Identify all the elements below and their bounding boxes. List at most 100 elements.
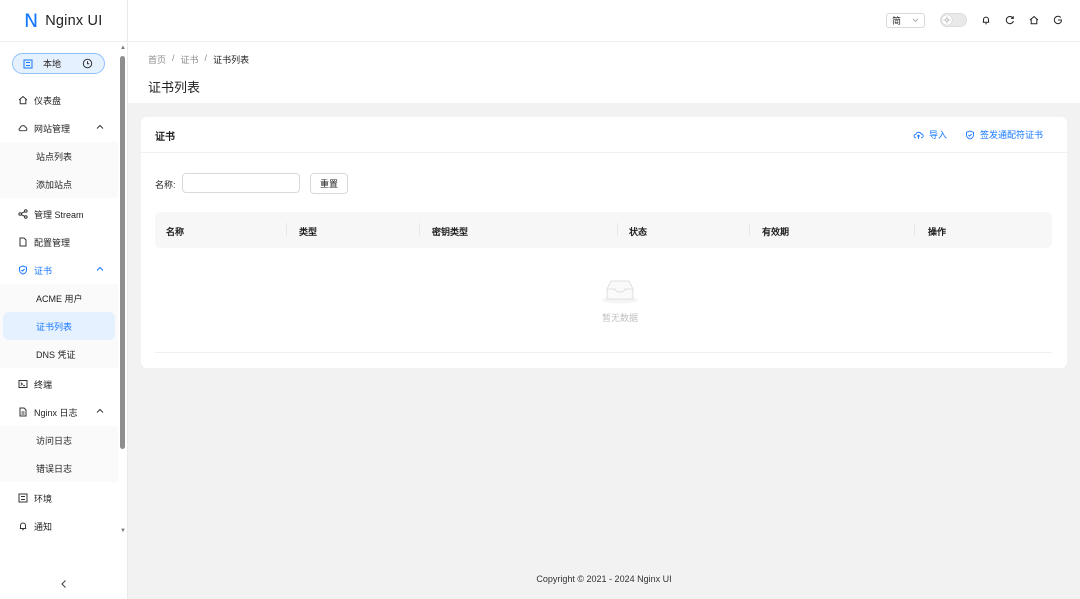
column-divider: [749, 223, 750, 236]
sidebar-menu: 仪表盘 网站管理 站点列表 添加站点 管理 Stream 配置管理 证书 ACM…: [0, 86, 118, 540]
certificates-card: 证书 导入 签发通配符证书 名称: 重置 名称 类型 密钥类型 状态 有效期 操…: [141, 117, 1067, 368]
sidebar-item-stream[interactable]: 管理 Stream: [0, 200, 118, 228]
empty-inbox-icon: [574, 277, 666, 305]
app-name: Nginx UI: [45, 12, 103, 29]
sidebar-item-label: 终端: [34, 379, 53, 390]
column-header-type[interactable]: 类型: [299, 225, 317, 238]
sidebar-item-access-logs[interactable]: 访问日志: [3, 426, 115, 454]
sidebar-item-dns-credentials[interactable]: DNS 凭证: [3, 340, 115, 368]
sidebar-item-terminal[interactable]: 终端: [0, 370, 118, 398]
table-bottom-divider: [155, 352, 1052, 353]
card-title: 证书: [155, 132, 175, 143]
scroll-down-arrow-icon[interactable]: ▼: [119, 527, 127, 535]
certificates-submenu: ACME 用户 证书列表 DNS 凭证: [0, 284, 118, 368]
sidebar-item-certificates[interactable]: 证书: [0, 256, 118, 284]
chevron-up-icon: [96, 266, 104, 272]
top-header: 简: [128, 0, 1080, 42]
column-divider: [286, 223, 287, 236]
chevron-down-icon: [912, 18, 919, 23]
server-list-icon: [23, 59, 33, 69]
page-title: 证书列表: [148, 80, 201, 95]
column-header-status[interactable]: 状态: [629, 225, 647, 238]
sun-icon: [942, 15, 952, 25]
import-button[interactable]: 导入: [913, 128, 947, 141]
column-divider: [419, 223, 420, 236]
sidebar-scrollbar-thumb[interactable]: [120, 56, 125, 449]
column-header-actions: 操作: [928, 227, 947, 237]
card-header-divider: [141, 152, 1067, 153]
chevron-up-icon: [96, 124, 104, 130]
share-icon: [18, 209, 28, 219]
breadcrumb: 首页 / 证书 / 证书列表: [148, 53, 249, 66]
sidebar-item-certificate-list[interactable]: 证书列表: [3, 312, 115, 340]
column-divider: [617, 223, 618, 236]
sidebar-item-site-list[interactable]: 站点列表: [3, 142, 115, 170]
issue-wildcard-cert-button[interactable]: 签发通配符证书: [965, 128, 1043, 141]
sidebar-item-notifications[interactable]: 通知: [0, 512, 118, 540]
breadcrumb-current: 证书列表: [213, 55, 250, 65]
clock-icon[interactable]: [82, 58, 93, 69]
logs-submenu: 访问日志 错误日志: [0, 426, 118, 482]
file-icon: [18, 237, 28, 247]
sidebar-item-acme-users[interactable]: ACME 用户: [3, 284, 115, 312]
sidebar-item-label: Nginx 日志: [34, 407, 78, 418]
column-divider: [914, 223, 915, 236]
shield-check-icon: [965, 130, 980, 140]
chevron-up-icon: [96, 408, 104, 414]
reset-button[interactable]: 重置: [310, 173, 348, 194]
scroll-up-arrow-icon[interactable]: ▲: [119, 44, 127, 52]
nginx-logo-icon: N: [24, 9, 39, 32]
sidebar-item-environments[interactable]: 环境: [0, 484, 118, 512]
theme-toggle[interactable]: [940, 13, 967, 27]
sidebar-item-label: 仪表盘: [34, 95, 62, 106]
empty-state: 暂无数据: [574, 277, 666, 324]
cloud-upload-icon: [913, 130, 929, 140]
home-icon[interactable]: [1029, 15, 1039, 25]
sidebar-item-label: 证书: [34, 265, 53, 276]
sidebar-item-sites[interactable]: 网站管理: [0, 114, 118, 142]
footer-copyright: Copyright © 2021 - 2024 Nginx UI: [536, 574, 672, 584]
server-list-icon: [18, 493, 28, 503]
log-file-icon: [18, 407, 28, 417]
sites-submenu: 站点列表 添加站点: [0, 142, 118, 198]
table-header: 名称 类型 密钥类型 状态 有效期 操作: [155, 212, 1052, 248]
language-select[interactable]: 简: [886, 13, 925, 28]
column-header-key-type[interactable]: 密钥类型: [432, 225, 468, 238]
empty-text: 暂无数据: [601, 313, 638, 323]
breadcrumb-certificates[interactable]: 证书: [181, 53, 199, 66]
breadcrumb-home[interactable]: 首页: [148, 53, 166, 66]
breadcrumb-separator: /: [204, 53, 208, 63]
environment-label: 本地: [43, 59, 62, 69]
sidebar-item-label: 网站管理: [34, 123, 71, 134]
column-header-name[interactable]: 名称: [166, 225, 184, 238]
language-value: 简: [892, 16, 902, 26]
collapse-sidebar-icon[interactable]: [58, 578, 70, 590]
page-header: 首页 / 证书 / 证书列表 证书列表: [128, 42, 1080, 103]
sidebar-item-add-site[interactable]: 添加站点: [3, 170, 115, 198]
sidebar-item-error-logs[interactable]: 错误日志: [3, 454, 115, 482]
terminal-icon: [18, 379, 28, 389]
app-logo[interactable]: N Nginx UI: [0, 0, 128, 42]
sidebar-item-label: 配置管理: [34, 237, 71, 248]
cloud-icon: [18, 123, 28, 133]
environment-selector[interactable]: 本地: [12, 53, 105, 74]
reload-icon[interactable]: [1005, 15, 1015, 25]
name-filter-label: 名称:: [155, 180, 176, 190]
sidebar-item-nginx-logs[interactable]: Nginx 日志: [0, 398, 118, 426]
sidebar-item-label: 通知: [34, 521, 53, 532]
issue-wildcard-label: 签发通配符证书: [980, 130, 1044, 140]
import-label: 导入: [929, 130, 948, 140]
logout-icon[interactable]: [1053, 15, 1063, 25]
sidebar-item-label: 管理 Stream: [34, 209, 84, 220]
sidebar-item-config[interactable]: 配置管理: [0, 228, 118, 256]
sidebar-item-label: 环境: [34, 493, 53, 504]
breadcrumb-separator: /: [172, 53, 175, 63]
bell-icon[interactable]: [981, 15, 991, 25]
shield-icon: [18, 265, 28, 275]
bell-icon: [18, 521, 28, 531]
home-icon: [18, 95, 28, 105]
sidebar: N Nginx UI 本地 仪表盘 网站管理 站点列表 添加站点 管理 Stre…: [0, 0, 128, 599]
sidebar-item-dashboard[interactable]: 仪表盘: [0, 86, 118, 114]
column-header-validity[interactable]: 有效期: [762, 225, 789, 238]
name-filter-input[interactable]: [182, 173, 300, 193]
